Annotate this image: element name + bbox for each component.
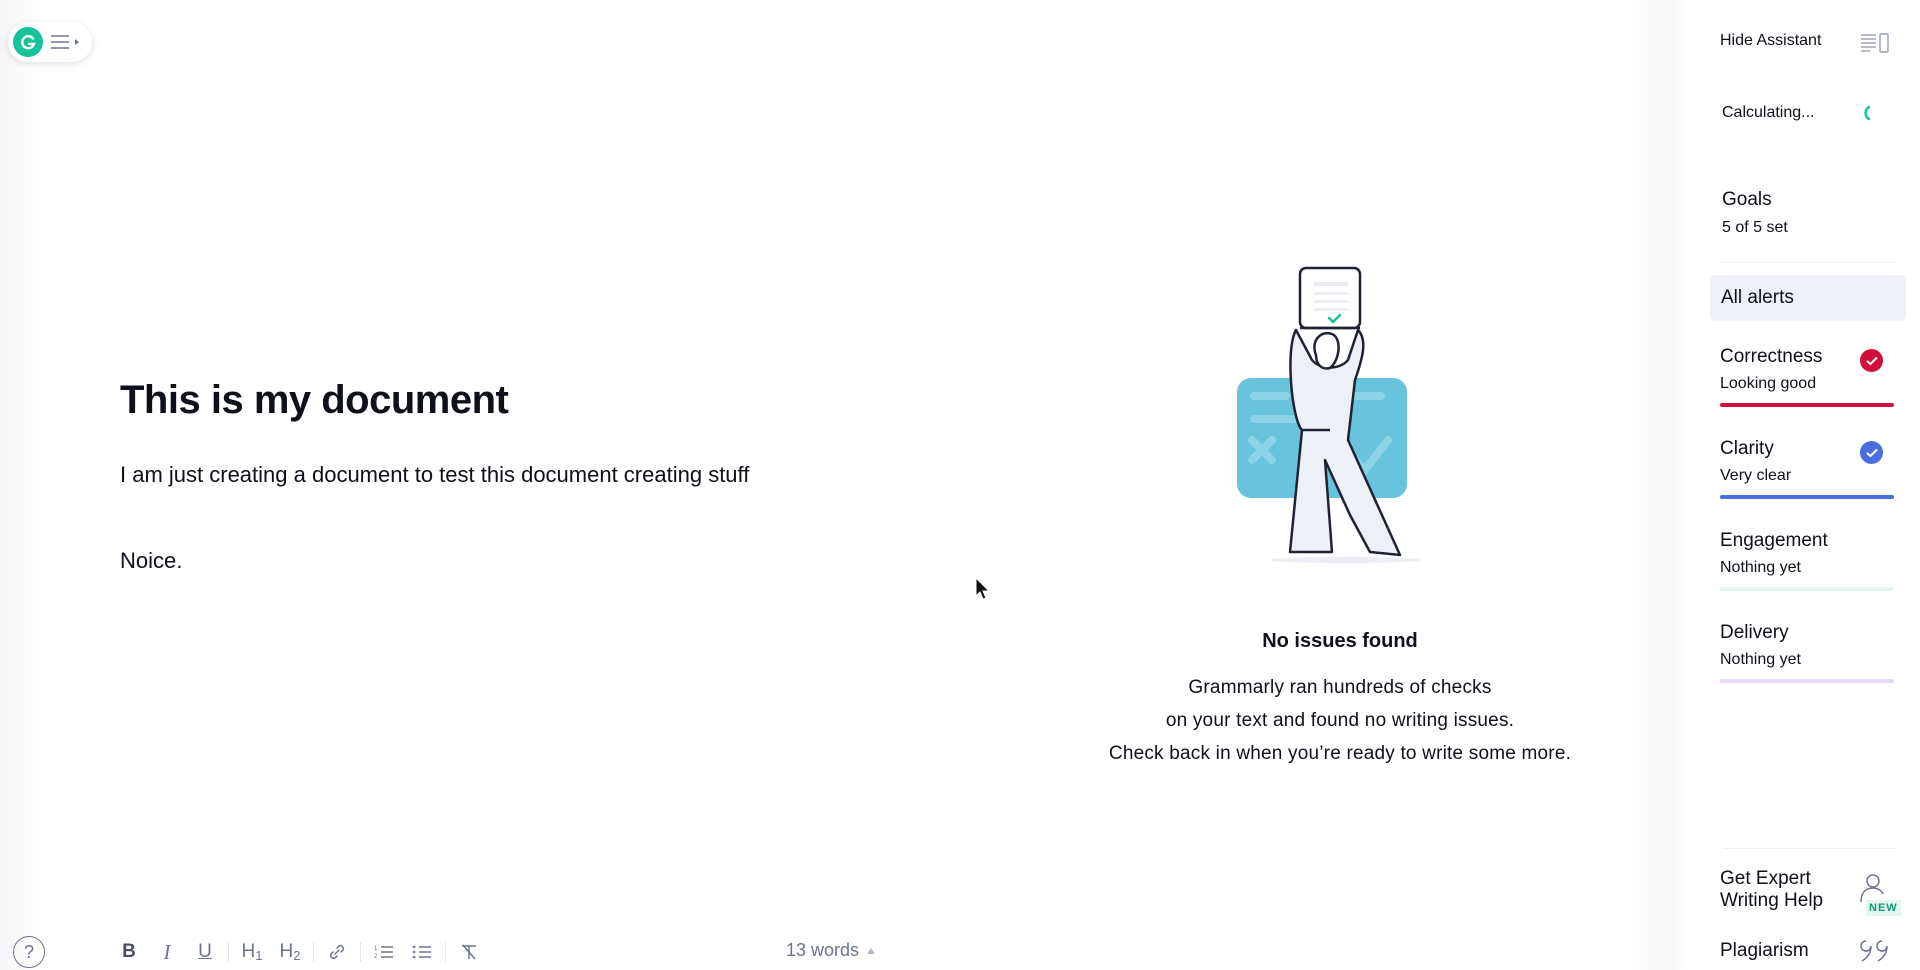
grammarly-menu-button[interactable] [8,22,92,62]
category-engagement[interactable]: Engagement Nothing yet [1720,530,1898,610]
right-gutter [1630,0,1690,970]
heading2-label: H [279,941,294,962]
document-title[interactable]: This is my document [120,378,509,423]
plagiarism-button[interactable]: Plagiarism [1720,940,1809,962]
no-issues-text: Check back in when you’re ready to write… [1108,743,1572,764]
caret-right-icon [75,39,79,45]
expert-help-button[interactable]: Get Expert Writing Help [1720,868,1860,912]
heading1-button[interactable]: H1 [233,936,271,968]
heading1-sub: 1 [255,947,263,963]
goals-button[interactable]: Goals [1722,189,1772,211]
toolbar-divider [445,942,446,962]
delivery-bar [1720,679,1894,683]
clear-formatting-icon [462,944,476,960]
toolbar-divider [313,942,314,962]
category-correctness[interactable]: Correctness Looking good [1720,346,1898,426]
italic-button[interactable]: I [148,936,186,968]
svg-text:1: 1 [374,946,378,952]
grammarly-editor: This is my document I am just creating a… [0,0,1920,970]
score-status[interactable]: Calculating... [1722,104,1815,122]
bullet-list-button[interactable] [403,936,441,968]
person-holding-document-illustration [1237,266,1420,563]
link-button[interactable] [318,936,356,968]
ordered-list-button[interactable]: 12 [365,936,403,968]
word-count-button[interactable]: 13 words [786,940,876,961]
ordered-list-icon: 12 [374,946,393,960]
formatting-toolbar: B I U H1 H2 12 [110,936,488,968]
new-badge: NEW [1866,900,1901,916]
document-paragraph[interactable]: Noice. [120,548,182,574]
category-status: Nothing yet [1720,559,1801,576]
hamburger-icon [50,34,79,50]
link-icon [329,944,345,960]
category-name: Delivery [1720,622,1789,643]
category-delivery[interactable]: Delivery Nothing yet [1720,622,1898,702]
no-issues-text: on your text and found no writing issues… [1165,710,1515,731]
clarity-bar [1720,495,1894,499]
engagement-bar [1720,587,1894,591]
category-clarity[interactable]: Clarity Very clear [1720,438,1898,518]
toolbar-divider [228,942,229,962]
goals-status: 5 of 5 set [1722,219,1788,236]
category-status: Nothing yet [1720,651,1801,668]
category-name: Clarity [1720,438,1774,459]
no-issues-title: No issues found [1262,630,1418,652]
heading2-sub: 2 [293,947,301,963]
hide-panel-icon[interactable] [1860,32,1894,54]
sidebar-divider [1722,262,1896,263]
category-status: Looking good [1720,375,1817,392]
heading2-button[interactable]: H2 [271,936,309,968]
check-circle-icon [1860,441,1883,464]
all-alerts-tab[interactable]: All alerts [1710,275,1906,321]
toolbar-divider [360,942,361,962]
check-circle-icon [1860,349,1883,372]
help-button[interactable]: ? [13,936,45,968]
hide-assistant-button[interactable]: Hide Assistant [1720,32,1821,50]
caret-up-icon [867,947,876,954]
bullet-list-icon [412,945,431,959]
assistant-sidebar: Hide Assistant Calculating... Goals 5 of… [1700,0,1920,970]
category-status: Very clear [1720,467,1792,484]
sidebar-divider [1722,848,1896,849]
category-name: Correctness [1720,346,1823,367]
grammarly-g-icon [13,27,43,57]
category-name: Engagement [1720,530,1828,551]
loading-spinner-icon [1864,105,1871,121]
document-paragraph[interactable]: I am just creating a document to test th… [120,462,749,488]
no-issues-text: Grammarly ran hundreds of checks [1188,677,1492,698]
clear-formatting-button[interactable] [450,936,488,968]
correctness-bar [1720,403,1894,407]
bold-button[interactable]: B [110,936,148,968]
underline-button[interactable]: U [186,936,224,968]
svg-text:2: 2 [374,954,378,960]
mouse-cursor-icon [975,577,991,600]
heading1-label: H [241,941,256,962]
quote-icon [1860,940,1888,962]
left-gutter [0,0,40,970]
word-count-label: 13 words [786,940,860,960]
